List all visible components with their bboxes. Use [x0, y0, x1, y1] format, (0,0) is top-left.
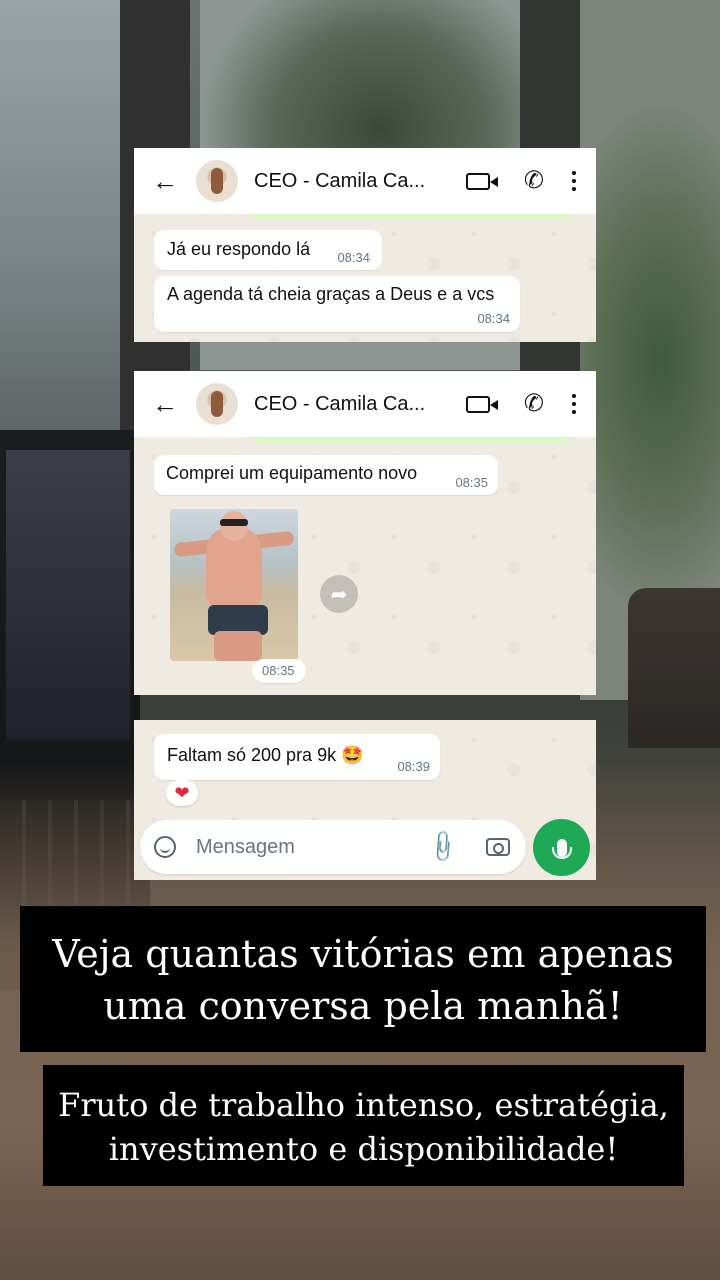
- message-time: 08:35: [262, 663, 295, 678]
- message-time: 08:39: [397, 759, 430, 774]
- emoji-icon[interactable]: [154, 836, 176, 858]
- contact-avatar[interactable]: [196, 383, 238, 425]
- chat-header: ← CEO - Camila Ca... ✆: [134, 371, 596, 437]
- chat-body: Já eu respondo lá 08:34 A agenda tá chei…: [134, 214, 596, 342]
- image-message[interactable]: [170, 509, 298, 661]
- message-bubble[interactable]: Comprei um equipamento novo 08:35: [154, 455, 498, 495]
- message-text: Já eu respondo lá: [167, 239, 311, 259]
- more-options-icon[interactable]: [572, 171, 576, 191]
- chat-header: ← CEO - Camila Ca... ✆: [134, 148, 596, 214]
- chat-screenshot-2: ← CEO - Camila Ca... ✆ Comprei um equipa…: [134, 371, 596, 695]
- attach-icon[interactable]: 📎: [423, 828, 461, 866]
- contact-avatar[interactable]: [196, 160, 238, 202]
- message-bubble[interactable]: Já eu respondo lá 08:34: [154, 230, 382, 270]
- back-arrow-icon[interactable]: ←: [152, 168, 178, 194]
- image-time-chip: 08:35: [252, 659, 306, 683]
- chat-body: Comprei um equipamento novo 08:35 ➦ 08:3…: [134, 437, 596, 695]
- heart-reaction-icon[interactable]: ❤: [166, 780, 198, 806]
- microphone-icon: [551, 838, 572, 859]
- chat-screenshot-1: ← CEO - Camila Ca... ✆ Já eu respondo lá…: [134, 148, 596, 342]
- message-bubble[interactable]: Faltam só 200 pra 9k 🤩 08:39: [154, 734, 440, 780]
- phone-call-icon[interactable]: ✆: [524, 392, 544, 416]
- voice-message-button[interactable]: [533, 819, 590, 876]
- forward-icon[interactable]: ➦: [320, 575, 358, 613]
- message-bubble[interactable]: A agenda tá cheia graças a Deus e a vcs …: [154, 276, 520, 332]
- headline-line-2: uma conversa pela manhã!: [103, 984, 623, 1028]
- contact-name[interactable]: CEO - Camila Ca...: [254, 393, 466, 416]
- message-text: Faltam só 200 pra 9k 🤩: [167, 745, 364, 765]
- message-time: 08:35: [455, 475, 488, 490]
- message-composer[interactable]: Mensagem 📎: [140, 820, 526, 874]
- headline-line-1: Veja quantas vitórias em apenas: [52, 932, 674, 976]
- subheadline-caption: Fruto de trabalho intenso, estratégia, i…: [43, 1065, 684, 1186]
- camera-icon[interactable]: [486, 838, 510, 856]
- headline-caption: Veja quantas vitórias em apenas uma conv…: [20, 906, 706, 1052]
- phone-call-icon[interactable]: ✆: [524, 169, 544, 193]
- message-time: 08:34: [337, 250, 370, 265]
- video-call-icon[interactable]: [465, 395, 490, 413]
- subheadline-line-1: Fruto de trabalho intenso, estratégia,: [58, 1086, 669, 1124]
- message-text: Comprei um equipamento novo: [166, 463, 418, 483]
- contact-name[interactable]: CEO - Camila Ca...: [254, 170, 466, 193]
- message-time: 08:34: [477, 311, 510, 326]
- message-input[interactable]: Mensagem: [196, 836, 429, 859]
- message-text: A agenda tá cheia graças a Deus e a vcs: [167, 284, 495, 304]
- more-options-icon[interactable]: [572, 394, 576, 414]
- back-arrow-icon[interactable]: ←: [152, 391, 178, 417]
- subheadline-line-2: investimento e disponibilidade!: [108, 1130, 619, 1168]
- video-call-icon[interactable]: [465, 172, 490, 190]
